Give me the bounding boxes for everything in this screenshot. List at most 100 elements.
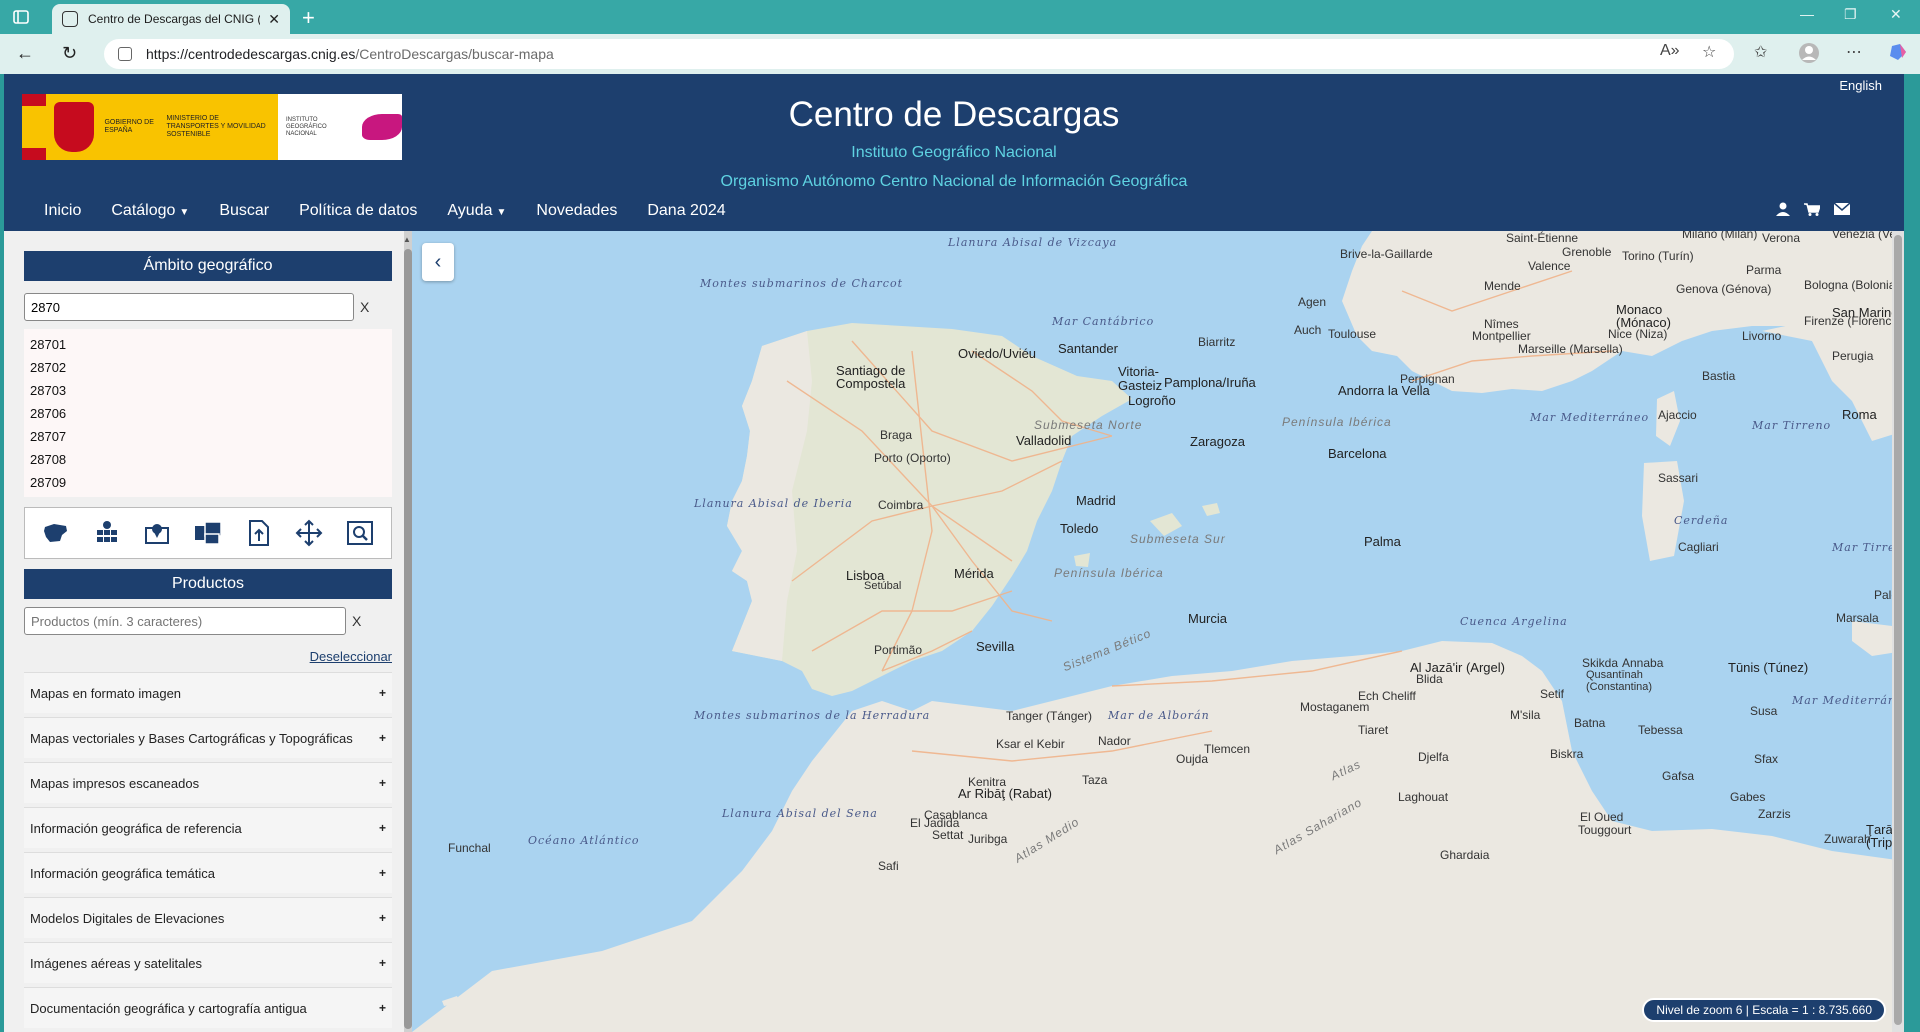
map-label: Mar Tirreno — [1752, 419, 1832, 432]
category-item[interactable]: Imágenes aéreas y satelitales + — [24, 942, 392, 983]
map-label: Madrid — [1076, 493, 1116, 508]
map-label: Montes submarinos de la Herradura — [694, 709, 931, 722]
list-item[interactable]: 28703 — [30, 379, 386, 402]
expand-icon[interactable]: + — [379, 731, 386, 745]
map-label: Mar Mediterráneo — [1530, 411, 1650, 424]
cart-icon[interactable] — [1804, 202, 1822, 221]
map-label: Llanura Abisal del Sena — [722, 807, 878, 820]
point-location-icon[interactable] — [142, 518, 172, 548]
zoom-extent-icon[interactable] — [345, 518, 375, 548]
map-label: Skikda — [1582, 656, 1619, 670]
map-label: Porto (Oporto) — [874, 451, 951, 465]
map-label: Grenoble — [1562, 245, 1612, 259]
list-item[interactable]: 28707 — [30, 425, 386, 448]
category-item[interactable]: Mapas vectoriales y Bases Cartográficas … — [24, 717, 392, 758]
map-label: Vitoria-Gasteiz — [1118, 364, 1163, 393]
map-label: Perugia — [1832, 349, 1874, 363]
menu-item-buscar[interactable]: Buscar — [219, 202, 269, 220]
deselect-link[interactable]: Deseleccionar — [24, 649, 392, 664]
map-label: Biskra — [1550, 747, 1584, 761]
map-label: Cuenca Argelina — [1460, 615, 1568, 628]
clear-geo-search-button[interactable]: X — [360, 299, 369, 315]
menu-item-inicio[interactable]: Inicio — [44, 202, 81, 220]
geo-search-input[interactable] — [24, 293, 354, 321]
reload-icon[interactable]: ↻ — [62, 43, 77, 64]
expand-icon[interactable]: + — [379, 821, 386, 835]
close-tab-icon[interactable]: ✕ — [268, 11, 280, 28]
map-label: Auch — [1294, 323, 1322, 337]
browser-tab[interactable]: Centro de Descargas del CNIG (IG ✕ — [52, 4, 290, 34]
map-label: Annaba — [1622, 656, 1664, 670]
spain-map-icon[interactable] — [41, 518, 71, 548]
page: GOBIERNO DE ESPAÑA MINISTERIO DE TRANSPO… — [4, 74, 1904, 1032]
upload-file-icon[interactable] — [244, 518, 274, 548]
category-item[interactable]: Documentación geográfica y cartografía a… — [24, 987, 392, 1028]
caret-down-icon: ▼ — [496, 207, 507, 218]
map-label: Montpellier — [1472, 329, 1531, 343]
panel-scroll-thumb[interactable] — [404, 249, 412, 1029]
layers-icon[interactable] — [193, 518, 223, 548]
clear-products-search-button[interactable]: X — [352, 613, 361, 629]
collapse-panel-button[interactable]: ‹ — [422, 243, 454, 281]
menu-item-dana[interactable]: Dana 2024 — [647, 202, 725, 220]
map-label: Monaco (Mónaco) — [1616, 302, 1671, 330]
map-label: Santander — [1058, 341, 1118, 356]
minimize-icon[interactable]: — — [1800, 6, 1814, 22]
address-bar[interactable]: https://centrodedescargas.cnig.es/Centro… — [104, 39, 1734, 69]
restore-icon[interactable]: ❐ — [1844, 6, 1857, 23]
map-label: Mostaganem — [1300, 700, 1370, 714]
map-view[interactable]: ‹ Llanura Abisal de Vizcaya Montes subma… — [412, 231, 1904, 1032]
menu-item-ayuda[interactable]: Ayuda ▼ — [447, 202, 506, 220]
map-label: Susa — [1750, 704, 1778, 718]
site-title: Centro de Descargas — [788, 95, 1120, 134]
menu-item-catalogo[interactable]: Catálogo ▼ — [111, 202, 189, 220]
category-item[interactable]: Modelos Digitales de Elevaciones + — [24, 897, 392, 938]
product-categories: Mapas en formato imagen + Mapas vectorial… — [24, 672, 392, 1028]
more-menu-icon[interactable]: ⋯ — [1846, 42, 1862, 62]
favorite-star-icon[interactable]: ☆ — [1702, 42, 1716, 62]
new-tab-icon[interactable]: + — [302, 5, 315, 31]
products-search-input[interactable] — [24, 607, 346, 635]
list-item[interactable]: 28709 — [30, 471, 386, 494]
site-subtitle-ign: Instituto Geográfico Nacional — [851, 144, 1057, 161]
user-icon[interactable] — [1776, 202, 1790, 221]
mail-icon[interactable] — [1833, 202, 1851, 221]
pan-move-icon[interactable] — [294, 518, 324, 548]
scroll-up-icon[interactable]: ▲ — [403, 235, 411, 244]
category-item[interactable]: Información geográfica de referencia + — [24, 807, 392, 848]
map-label: Océano Atlántico — [528, 834, 640, 847]
page-favicon-icon — [62, 11, 78, 27]
list-item[interactable]: 28706 — [30, 402, 386, 425]
category-item[interactable]: Mapas en formato imagen + — [24, 672, 392, 713]
read-aloud-icon[interactable]: A» — [1660, 42, 1680, 60]
map-label: Montes submarinos de Charcot — [700, 277, 903, 290]
list-item[interactable]: 28702 — [30, 356, 386, 379]
map-label: Llanura Abisal de Iberia — [694, 497, 853, 510]
list-item[interactable]: 28708 — [30, 448, 386, 471]
map-label: Tiaret — [1358, 723, 1389, 737]
language-link[interactable]: English — [1839, 78, 1882, 93]
expand-icon[interactable]: + — [379, 776, 386, 790]
map-label: Juribga — [968, 832, 1008, 846]
grid-sheets-icon[interactable] — [92, 518, 122, 548]
page-scroll-thumb[interactable] — [1894, 235, 1902, 1025]
expand-icon[interactable]: + — [379, 911, 386, 925]
site-info-icon[interactable] — [118, 47, 132, 61]
map-label: Murcia — [1188, 611, 1228, 626]
expand-icon[interactable]: + — [379, 956, 386, 970]
copilot-icon[interactable] — [1888, 42, 1908, 67]
profile-icon[interactable] — [1798, 42, 1820, 69]
list-item[interactable]: 28701 — [30, 333, 386, 356]
expand-icon[interactable]: + — [379, 1001, 386, 1015]
favorites-icon[interactable]: ✩ — [1754, 42, 1767, 62]
expand-icon[interactable]: + — [379, 686, 386, 700]
menu-item-novedades[interactable]: Novedades — [536, 202, 617, 220]
close-window-icon[interactable]: ✕ — [1890, 6, 1902, 23]
tab-actions-icon[interactable] — [12, 8, 30, 26]
back-icon[interactable]: ← — [16, 43, 34, 64]
category-item[interactable]: Mapas impresos escaneados + — [24, 762, 392, 803]
menu-item-politica[interactable]: Política de datos — [299, 202, 417, 220]
map-label: Valladolid — [1016, 433, 1072, 448]
expand-icon[interactable]: + — [379, 866, 386, 880]
category-item[interactable]: Información geográfica temática + — [24, 852, 392, 893]
